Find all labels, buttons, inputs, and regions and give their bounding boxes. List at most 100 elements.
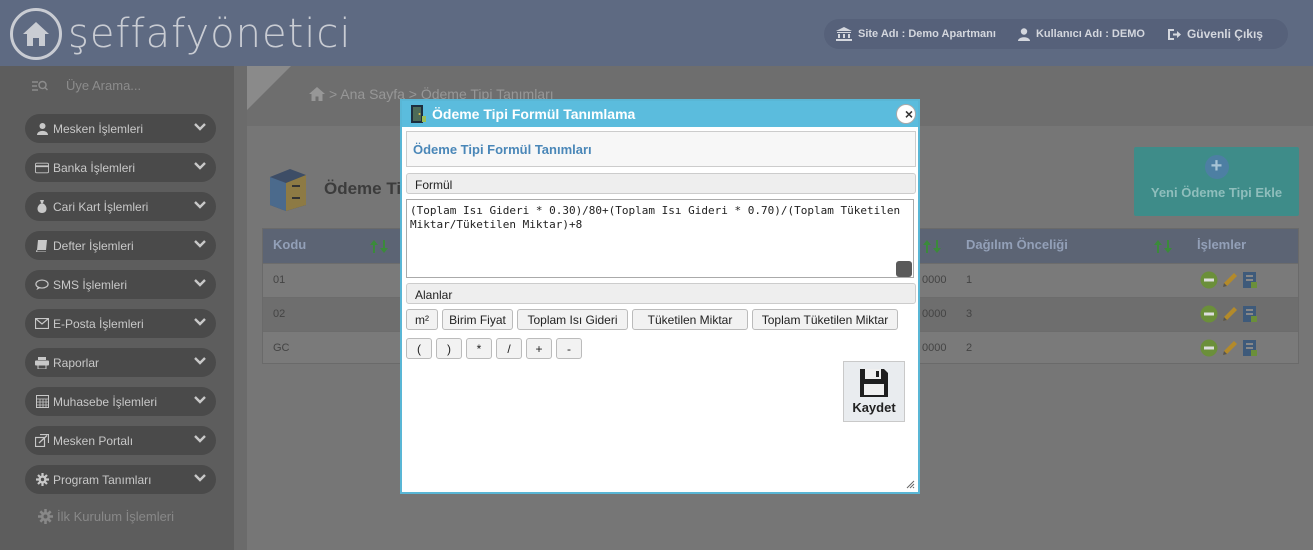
sidebar-item-mesken[interactable]: Mesken İşlemleri <box>25 114 216 143</box>
column-header-dagilim[interactable]: Dağılım Önceliği <box>966 237 1068 252</box>
credit-card-icon <box>35 161 49 175</box>
row-actions <box>1200 339 1258 357</box>
sort-icon[interactable] <box>1154 240 1174 253</box>
sidebar-item-program-tanimlari[interactable]: Program Tanımları <box>25 465 216 494</box>
formula-dialog: Ödeme Tipi Formül Tanımlama × Ödeme Tipi… <box>400 99 920 494</box>
sidebar-item-muhasebe[interactable]: Muhasebe İşlemleri <box>25 387 216 416</box>
calculator-icon <box>35 395 49 409</box>
user-name: Kullanıcı Adı : DEMO <box>1017 27 1145 41</box>
operator-button-multiply[interactable]: * <box>466 338 492 359</box>
sidebar-item-cari-kart[interactable]: Cari Kart İşlemleri <box>25 192 216 221</box>
dialog-heading: Ödeme Tipi Formül Tanımları <box>406 131 916 167</box>
delete-icon[interactable] <box>1200 271 1218 289</box>
user-icon <box>1017 27 1030 41</box>
sidebar: Üye Arama... Mesken İşlemleri Banka İşle… <box>0 66 234 550</box>
operator-button-plus[interactable]: + <box>526 338 552 359</box>
field-button-m2[interactable]: m² <box>406 309 438 330</box>
chat-icon <box>35 278 49 292</box>
delete-icon[interactable] <box>1200 339 1218 357</box>
edit-pencil-icon[interactable] <box>1221 339 1239 357</box>
sidebar-item-raporlar[interactable]: Raporlar <box>25 348 216 377</box>
logout-label: Güvenli Çıkış <box>1186 27 1263 41</box>
chevron-down-icon <box>194 474 206 482</box>
column-header-kodu[interactable]: Kodu <box>273 237 306 252</box>
sidebar-item-label: Cari Kart İşlemleri <box>53 199 149 214</box>
sort-icon[interactable] <box>370 240 390 253</box>
add-button-label: Yeni Ödeme Tipi Ekle <box>1150 185 1283 200</box>
portal-icon <box>35 434 49 448</box>
close-button[interactable]: × <box>896 104 916 124</box>
chevron-down-icon <box>194 162 206 170</box>
page-title: Ödeme Ti <box>324 179 402 198</box>
cell-oncelik: 1 <box>966 274 973 286</box>
logo[interactable]: şeffafyönetici <box>10 8 352 60</box>
formula-section-label: Formül <box>406 173 916 194</box>
chevron-down-icon <box>194 279 206 287</box>
site-name: Site Adı : Demo Apartmanı <box>836 27 996 41</box>
edit-pencil-icon[interactable] <box>1221 305 1239 323</box>
add-payment-type-button[interactable]: + Yeni Ödeme Tipi Ekle <box>1134 147 1299 216</box>
textarea-grip-icon[interactable] <box>896 261 912 277</box>
edit-pencil-icon[interactable] <box>1221 271 1239 289</box>
logout-link[interactable]: Güvenli Çıkış <box>1167 27 1263 41</box>
logo-text: şeffafyönetici <box>68 11 352 57</box>
sidebar-subitem-label: İlk Kurulum İşlemleri <box>57 509 175 524</box>
row-actions <box>1200 271 1258 289</box>
sidebar-item-mesken-portali[interactable]: Mesken Portalı <box>25 426 216 455</box>
field-button-tuketilen-miktar[interactable]: Tüketilen Miktar <box>632 309 748 330</box>
search-input[interactable]: Üye Arama... <box>66 78 141 93</box>
field-button-birim-fiyat[interactable]: Birim Fiyat <box>442 309 513 330</box>
formula-icon[interactable] <box>1242 271 1258 289</box>
formula-icon[interactable] <box>1242 339 1258 357</box>
envelope-icon <box>35 317 49 331</box>
cell-oncelik: 3 <box>966 308 973 320</box>
member-search[interactable]: Üye Arama... <box>32 78 141 93</box>
field-button-toplam-tuketilen-miktar[interactable]: Toplam Tüketilen Miktar <box>752 309 898 330</box>
row-actions <box>1200 305 1258 323</box>
cell-oncelik: 2 <box>966 342 973 354</box>
delete-icon[interactable] <box>1200 305 1218 323</box>
formula-textarea[interactable]: (Toplam Isı Gideri * 0.30)/80+(Toplam Is… <box>406 199 914 278</box>
bank-icon <box>836 27 852 41</box>
sidebar-subitem-ilk-kurulum[interactable]: İlk Kurulum İşlemleri <box>38 509 174 524</box>
resize-grip-icon[interactable] <box>906 480 915 489</box>
operator-button-open-paren[interactable]: ( <box>406 338 432 359</box>
sidebar-item-label: Banka İşlemleri <box>53 160 136 175</box>
save-button[interactable]: Kaydet <box>843 361 905 422</box>
printer-icon <box>35 356 49 370</box>
dialog-title-bar[interactable]: Ödeme Tipi Formül Tanımlama × <box>402 101 918 127</box>
user-name-label: Kullanıcı Adı : DEMO <box>1035 28 1145 40</box>
sidebar-item-label: Program Tanımları <box>53 472 152 487</box>
sidebar-item-label: Defter İşlemleri <box>53 238 134 253</box>
sidebar-item-defter[interactable]: Defter İşlemleri <box>25 231 216 260</box>
operator-button-minus[interactable]: - <box>556 338 582 359</box>
door-icon <box>411 105 426 123</box>
cell-kod: 01 <box>273 274 286 286</box>
book-icon <box>35 239 49 253</box>
plus-icon: + <box>1204 155 1229 179</box>
sidebar-item-label: E-Posta İşlemleri <box>53 316 144 331</box>
dialog-title: Ödeme Tipi Formül Tanımlama <box>432 106 636 122</box>
site-name-label: Site Adı : Demo Apartmanı <box>858 28 996 40</box>
sidebar-item-banka[interactable]: Banka İşlemleri <box>25 153 216 182</box>
operator-button-divide[interactable]: / <box>496 338 522 359</box>
sidebar-item-label: SMS İşlemleri <box>53 277 128 292</box>
search-icon <box>32 80 48 91</box>
sort-icon[interactable] <box>923 240 943 253</box>
field-button-toplam-isi-gideri[interactable]: Toplam Isı Gideri <box>517 309 628 330</box>
cell-value: 0000 <box>922 308 947 320</box>
header-info-bar: Site Adı : Demo Apartmanı Kullanıcı Adı … <box>824 19 1288 49</box>
sidebar-item-eposta[interactable]: E-Posta İşlemleri <box>25 309 216 338</box>
formula-icon[interactable] <box>1242 305 1258 323</box>
gear-icon <box>38 509 53 524</box>
money-bag-icon <box>35 200 49 214</box>
chevron-down-icon <box>194 201 206 209</box>
gear-icon <box>35 473 49 487</box>
sidebar-item-sms[interactable]: SMS İşlemleri <box>25 270 216 299</box>
chevron-down-icon <box>194 123 206 131</box>
operator-button-close-paren[interactable]: ) <box>436 338 462 359</box>
chevron-down-icon <box>194 240 206 248</box>
corner-decoration <box>247 66 291 110</box>
column-header-islemler: İşlemler <box>1197 237 1247 252</box>
cell-value: 0000 <box>922 342 947 354</box>
